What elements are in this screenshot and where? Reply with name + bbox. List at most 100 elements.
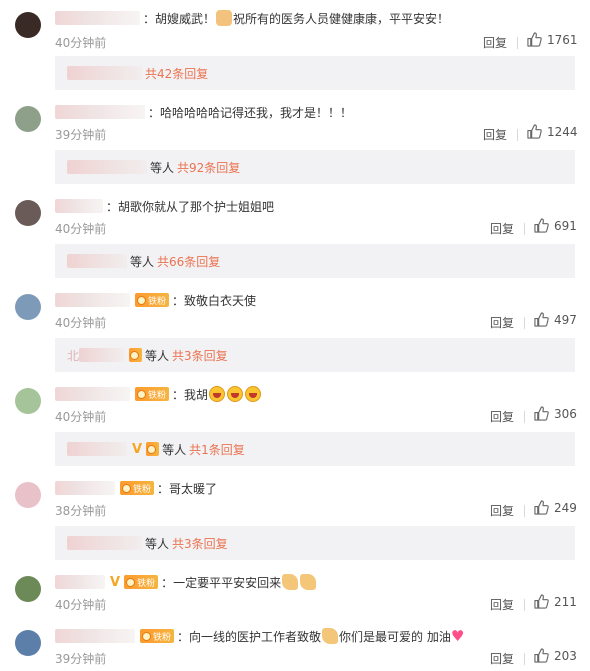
like-button[interactable]: 211: [534, 594, 577, 609]
username-blurred[interactable]: [55, 387, 130, 401]
fan-badge: 铁粉: [120, 481, 155, 495]
comment-text: 致敬白衣天使: [184, 293, 257, 308]
laugh-emoji-icon: [245, 386, 262, 402]
sub-username-blurred: [67, 66, 142, 80]
like-button[interactable]: 691: [534, 218, 577, 233]
username-blurred[interactable]: [55, 575, 105, 589]
comment-item: ： 胡嫂威武！ 祝所有的医务人员健健康康，平平安安！ 40分钟前 回复 1761…: [0, 4, 590, 98]
like-button[interactable]: 1244: [527, 124, 578, 139]
sub-deng: 等人: [145, 536, 170, 551]
reply-button[interactable]: 回复: [490, 502, 514, 519]
like-count: 306: [554, 406, 577, 421]
comment-line: ： 胡嫂威武！ 祝所有的医务人员健健康康，平平安安！: [55, 8, 449, 28]
avatar[interactable]: [15, 630, 41, 656]
reply-button[interactable]: 回复: [490, 408, 514, 425]
reply-button[interactable]: 回复: [490, 220, 514, 237]
comment-text: 我胡: [184, 387, 209, 402]
reply-button[interactable]: 回复: [490, 596, 514, 613]
like-button[interactable]: 1761: [527, 32, 578, 47]
thumbs-up-icon: [534, 406, 549, 421]
comment-text: 一定要平平安安回来: [173, 575, 282, 590]
reply-count-link[interactable]: 共92条回复: [177, 159, 240, 176]
reply-count-link[interactable]: 共3条回复: [172, 535, 228, 552]
username-blurred[interactable]: [55, 11, 140, 25]
reply-count-link[interactable]: 共66条回复: [157, 253, 220, 270]
avatar[interactable]: [15, 294, 41, 320]
comment-item: 铁粉 ： 哥太暖了 38分钟前 回复 249 等人 共3条回复: [0, 474, 590, 568]
fan-label: 铁粉: [153, 632, 172, 643]
muscle-emoji-icon: [282, 574, 299, 590]
username-blurred[interactable]: [55, 293, 130, 307]
comment-item: ： 胡歌你就从了那个护士姐姐吧 40分钟前 回复 691 等人 共66条回复: [0, 192, 590, 286]
fan-label: 铁粉: [133, 484, 152, 495]
reply-button[interactable]: 回复: [483, 126, 507, 143]
fan-badge: 铁粉: [135, 387, 170, 401]
colon: ：: [148, 105, 161, 120]
comment-time: 40分钟前: [55, 222, 107, 236]
sub-reply-box[interactable]: 北 等人 共3条回复: [55, 338, 575, 372]
divider: [524, 505, 525, 517]
verified-v-icon: V: [110, 574, 121, 590]
comment-time: 39分钟前: [55, 652, 107, 666]
thumbs-up-icon: [534, 594, 549, 609]
fan-icon: [122, 483, 131, 493]
like-button[interactable]: 249: [534, 500, 577, 515]
reply-count-link[interactable]: 共3条回复: [172, 347, 228, 364]
like-button[interactable]: 497: [534, 312, 577, 327]
reply-button[interactable]: 回复: [490, 650, 514, 667]
comment-text: 哥太暖了: [169, 481, 218, 496]
avatar[interactable]: [15, 388, 41, 414]
comment-time: 40分钟前: [55, 410, 107, 424]
avatar[interactable]: [15, 12, 41, 38]
comment-item: 铁粉 ： 我胡 40分钟前 回复 306 V 等人 共1条回复: [0, 380, 590, 474]
sub-reply-box[interactable]: 等人 共3条回复: [55, 526, 575, 560]
sub-username-blurred: [67, 254, 127, 268]
sub-reply-box[interactable]: 等人 共92条回复: [55, 150, 575, 184]
comment-time: 40分钟前: [55, 598, 107, 612]
fan-icon: [130, 350, 140, 360]
sub-username-blurred: [67, 442, 127, 456]
divider: [524, 317, 525, 329]
thumbs-up-icon: [527, 124, 542, 139]
username-blurred[interactable]: [55, 199, 103, 213]
username-blurred[interactable]: [55, 481, 115, 495]
like-button[interactable]: 203: [534, 648, 577, 663]
reply-button[interactable]: 回复: [483, 34, 507, 51]
avatar[interactable]: [15, 576, 41, 602]
like-count: 1761: [547, 32, 578, 47]
sub-reply-box[interactable]: 等人 共66条回复: [55, 244, 575, 278]
fan-label: 铁粉: [148, 390, 167, 401]
thumbs-up-icon: [534, 648, 549, 663]
divider: [524, 599, 525, 611]
fan-badge: 铁粉: [140, 629, 175, 643]
like-count: 249: [554, 500, 577, 515]
heart-icon: ♥: [450, 627, 465, 645]
colon: ：: [157, 481, 170, 496]
sub-username-blurred: [67, 160, 147, 174]
comment-text-2: 你们是最可爱的 加油: [339, 629, 451, 644]
like-button[interactable]: 306: [534, 406, 577, 421]
like-count: 211: [554, 594, 577, 609]
verified-v-icon: V: [132, 441, 143, 457]
avatar[interactable]: [15, 482, 41, 508]
colon: ：: [161, 575, 174, 590]
thumbs-up-icon: [534, 218, 549, 233]
like-count: 1244: [547, 124, 578, 139]
reply-count-link[interactable]: 共1条回复: [189, 441, 245, 458]
fan-badge: [129, 348, 143, 362]
avatar[interactable]: [15, 106, 41, 132]
username-blurred[interactable]: [55, 629, 135, 643]
sub-reply-box[interactable]: 共42条回复: [55, 56, 575, 90]
fan-label: 铁粉: [148, 296, 167, 307]
comment-line: 铁粉 ： 致敬白衣天使: [55, 290, 256, 310]
avatar[interactable]: [15, 200, 41, 226]
reply-button[interactable]: 回复: [490, 314, 514, 331]
sub-reply-box[interactable]: V 等人 共1条回复: [55, 432, 575, 466]
username-blurred[interactable]: [55, 105, 145, 119]
colon: ：: [143, 11, 156, 26]
comment-line: ： 胡歌你就从了那个护士姐姐吧: [55, 196, 274, 216]
dog-emoji-icon: [216, 10, 233, 26]
reply-count-link[interactable]: 共42条回复: [145, 65, 208, 82]
comment-line: ： 哈哈哈哈哈记得还我，我才是！！！: [55, 102, 352, 122]
comment-time: 40分钟前: [55, 36, 107, 50]
